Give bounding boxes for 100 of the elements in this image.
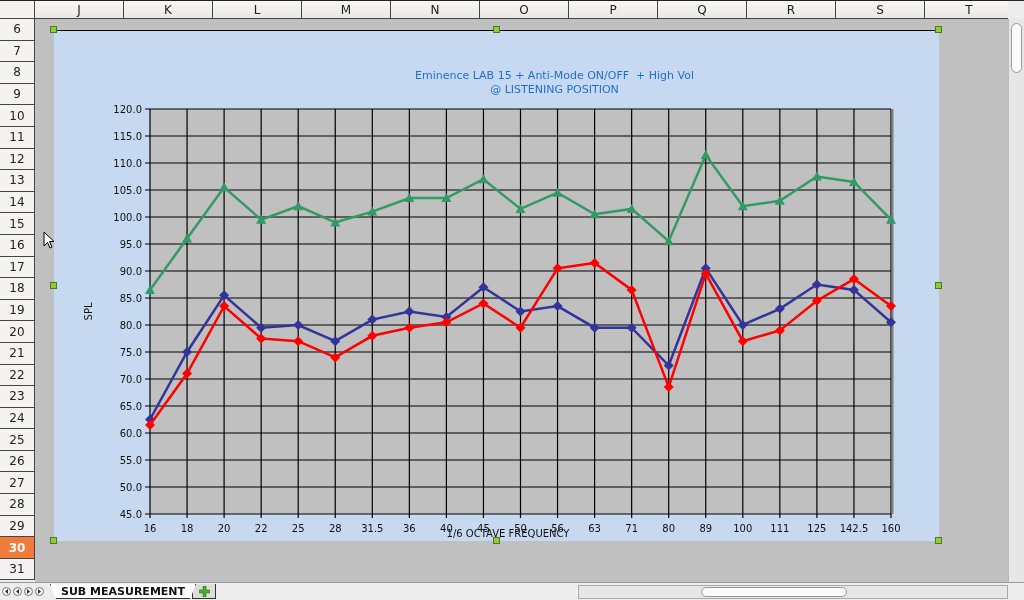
row-header[interactable]: 25	[0, 429, 35, 451]
diamond-marker	[886, 317, 896, 328]
column-header[interactable]: N	[391, 1, 480, 19]
row-header[interactable]: 17	[0, 256, 35, 279]
diamond-marker	[293, 336, 304, 347]
diamond-marker	[330, 336, 341, 347]
scrollbar-thumb[interactable]	[1011, 23, 1022, 73]
row-header[interactable]: 29	[0, 515, 35, 538]
horizontal-scrollbar[interactable]	[578, 584, 1008, 599]
column-header[interactable]: S	[836, 1, 925, 19]
select-all-corner[interactable]	[0, 1, 35, 19]
x-tick-label: 28	[328, 523, 342, 534]
diamond-marker	[774, 325, 785, 336]
scrollbar-thumb[interactable]	[701, 586, 847, 597]
y-tick-label: 105.0	[113, 184, 142, 196]
row-header[interactable]: 21	[0, 342, 35, 365]
row-header[interactable]: 11	[0, 126, 35, 149]
triangle-icon	[26, 589, 31, 594]
row-header[interactable]: 23	[0, 386, 35, 408]
row-header[interactable]: 27	[0, 472, 35, 495]
diamond-marker	[367, 314, 378, 325]
y-tick-label: 115.0	[113, 130, 142, 142]
x-tick-label: 18	[180, 523, 194, 534]
y-tick-label: 75.0	[119, 346, 142, 358]
sheet-tab[interactable]: SUB MEASUREMENT	[50, 584, 197, 599]
x-tick-label: 80	[662, 523, 676, 534]
selection-handle[interactable]	[50, 26, 57, 33]
next-sheet-button[interactable]	[35, 587, 44, 596]
row-header[interactable]: 13	[0, 170, 35, 192]
diamond-marker	[848, 284, 859, 295]
triangle-marker	[478, 174, 489, 184]
triangle-marker	[663, 236, 674, 246]
triangle-marker	[552, 187, 563, 197]
triangle-marker	[256, 214, 267, 224]
row-header[interactable]: 16	[0, 234, 35, 257]
row-header[interactable]: 31	[0, 558, 35, 581]
triangle-marker	[219, 182, 230, 192]
triangle-marker	[367, 206, 378, 216]
vertical-scrollbar[interactable]	[1008, 19, 1024, 582]
triangle-marker	[441, 193, 452, 203]
column-header[interactable]: M	[302, 1, 391, 19]
row-header[interactable]: 18	[0, 278, 35, 300]
row-header[interactable]: 6	[0, 19, 35, 41]
selection-handle[interactable]	[50, 281, 57, 289]
row-header[interactable]: 15	[0, 213, 35, 235]
row-header[interactable]: 12	[0, 148, 35, 171]
row-header[interactable]: 14	[0, 191, 35, 214]
column-header[interactable]: T	[925, 1, 1008, 19]
column-header[interactable]: O	[480, 1, 569, 19]
selection-handle[interactable]	[935, 26, 942, 33]
row-header[interactable]: 22	[0, 364, 35, 387]
row-header[interactable]: 20	[0, 321, 35, 343]
row-header[interactable]: 10	[0, 105, 35, 127]
selection-handle[interactable]	[50, 537, 57, 544]
triangle-marker	[589, 209, 600, 219]
row-header[interactable]: 8	[0, 62, 35, 84]
selection-handle[interactable]	[935, 281, 942, 289]
chart[interactable]	[54, 30, 939, 541]
previous-sheet-button[interactable]	[13, 587, 22, 596]
column-header[interactable]: R	[747, 1, 836, 19]
pointer-icon	[43, 231, 55, 249]
triangle-marker	[330, 217, 341, 227]
triangle-marker	[293, 201, 304, 211]
diamond-marker	[589, 257, 600, 268]
diamond-marker	[663, 382, 674, 393]
triangle-marker	[886, 214, 896, 224]
chart-title: @ LISTENING POSITION	[490, 83, 619, 96]
row-header[interactable]: 7	[0, 40, 35, 63]
selection-handle[interactable]	[935, 537, 942, 544]
column-header[interactable]: P	[569, 1, 658, 19]
column-header[interactable]: L	[213, 1, 302, 19]
triangle-marker	[626, 203, 637, 213]
row-header[interactable]: 9	[0, 83, 35, 106]
triangle-icon	[4, 589, 9, 594]
column-header[interactable]: Q	[658, 1, 747, 19]
chart-title: Eminence LAB 15 + Anti-Mode ON/OFF + High Vol	[414, 69, 695, 82]
x-tick-label: 25	[291, 523, 305, 534]
diamond-marker	[404, 306, 415, 317]
column-header[interactable]: K	[124, 1, 213, 19]
add-sheet-button[interactable]	[192, 584, 217, 599]
row-header[interactable]: 26	[0, 450, 35, 473]
row-header[interactable]: 19	[0, 299, 35, 322]
y-tick-label: 45.0	[119, 508, 142, 520]
selection-handle[interactable]	[492, 537, 500, 544]
triangle-marker	[700, 149, 711, 159]
row-header[interactable]: 24	[0, 407, 35, 430]
diamond-marker	[182, 347, 193, 357]
diamond-marker	[478, 298, 489, 309]
triangle-marker	[182, 233, 193, 243]
previous-sheet-button[interactable]	[2, 587, 11, 596]
selection-handle[interactable]	[492, 26, 500, 33]
x-tick-label: 63	[588, 523, 601, 534]
diamond-marker	[515, 306, 526, 317]
diamond-marker	[145, 419, 155, 430]
x-tick-label: 142.5	[839, 523, 869, 534]
x-tick-label: 125	[807, 523, 827, 534]
row-header[interactable]: 28	[0, 494, 35, 516]
next-sheet-button[interactable]	[24, 587, 33, 596]
column-header[interactable]: J	[35, 1, 124, 19]
y-axis-title: SPL	[83, 302, 94, 321]
